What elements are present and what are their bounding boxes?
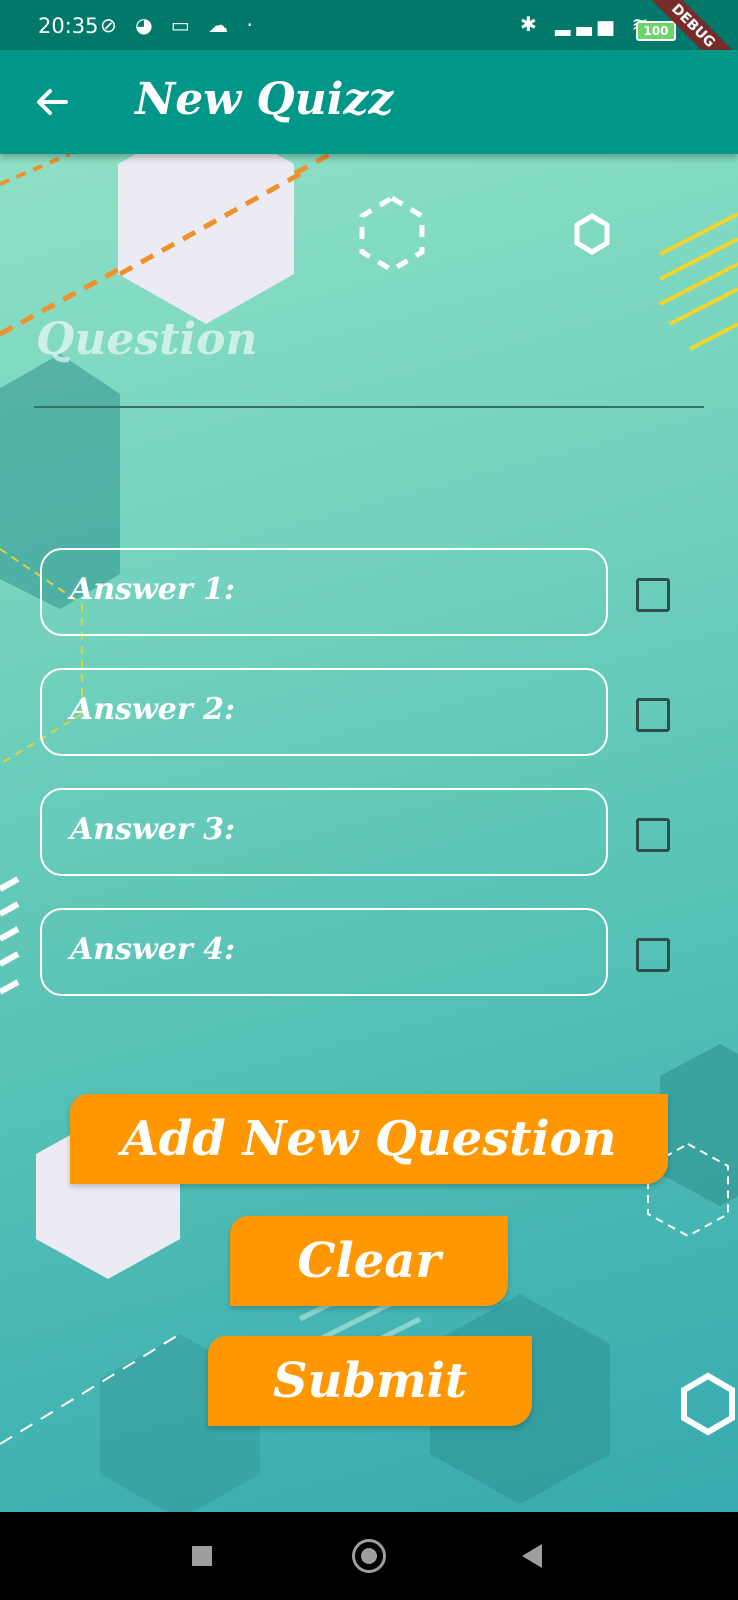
answer-4-label: Answer 4: [70,932,236,967]
answer-3-label: Answer 3: [70,812,236,847]
answer-2-field[interactable]: Answer 2: [40,668,608,756]
answer-4-field[interactable]: Answer 4: [40,908,608,996]
answer-2-label: Answer 2: [70,692,236,727]
question-input-underline[interactable] [34,406,704,408]
page-title: New Quizz [135,74,394,125]
add-new-question-button[interactable]: Add New Question [70,1094,668,1184]
answer-1-checkbox[interactable] [636,578,670,612]
quiz-form-area: Question Answer 1: Answer 2: Answer 3: A… [0,154,738,1512]
answer-3-checkbox[interactable] [636,818,670,852]
battery-icon: 100 [636,21,676,41]
system-nav-bar [0,1512,738,1600]
answer-1-label: Answer 1: [70,572,236,607]
circle-icon[interactable] [352,1539,386,1573]
triangle-back-icon[interactable] [522,1544,542,1568]
question-label[interactable]: Question [36,314,257,365]
status-bar: 20:35 ⊘ ◕ ▭ ☁ · ✱ ▂▃▅ ≋ 100 DEBUG [0,0,738,94]
answer-1-field[interactable]: Answer 1: [40,548,608,636]
arrow-left-icon[interactable] [30,80,74,124]
notification-icons: ⊘ ◕ ▭ ☁ · [100,13,259,37]
connectivity-icons: ✱ ▂▃▅ ≋ [520,12,655,36]
answer-4-checkbox[interactable] [636,938,670,972]
clear-button[interactable]: Clear [230,1216,508,1306]
app-bar: New Quizz [0,50,738,154]
answer-2-checkbox[interactable] [636,698,670,732]
answer-3-field[interactable]: Answer 3: [40,788,608,876]
square-icon[interactable] [192,1546,212,1566]
status-time: 20:35 [38,14,99,38]
submit-button[interactable]: Submit [208,1336,532,1426]
